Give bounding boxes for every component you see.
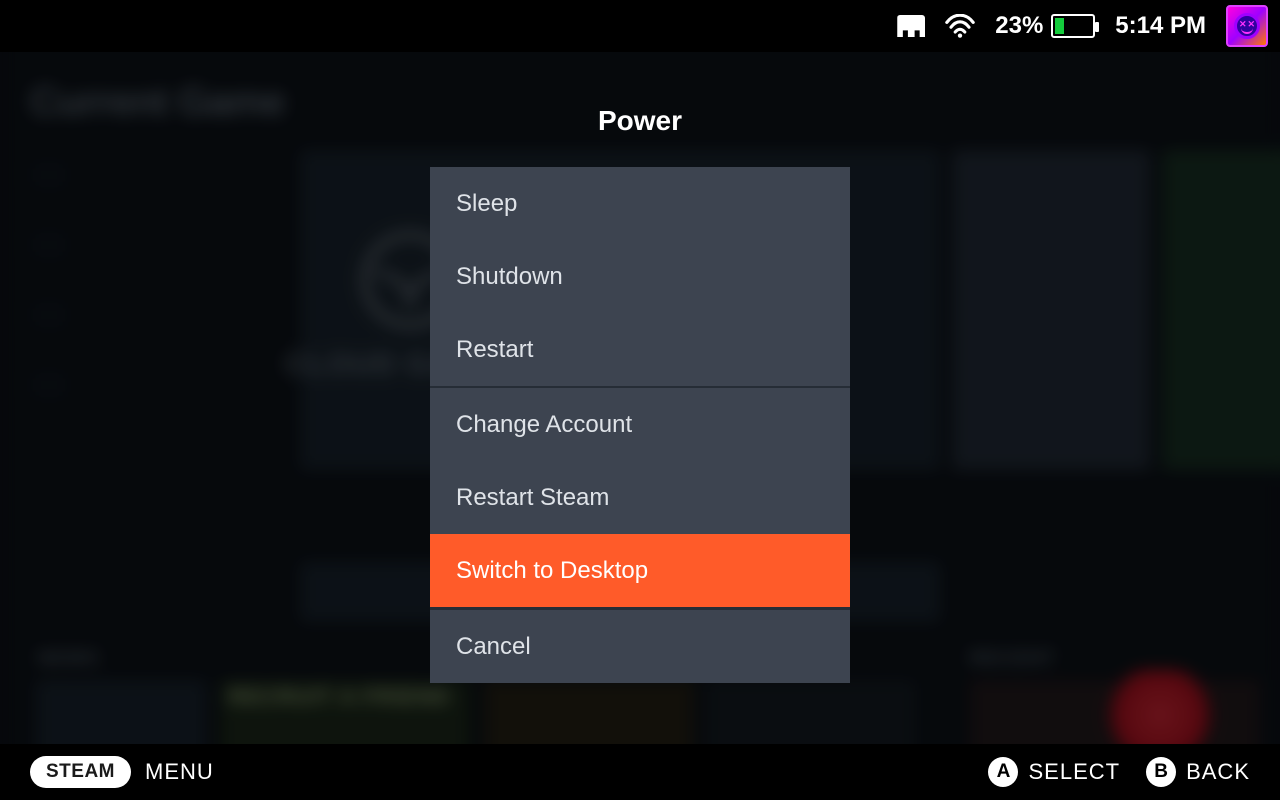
user-avatar[interactable]: [1226, 5, 1268, 47]
battery-indicator: 23%: [995, 12, 1095, 40]
power-menu-item-restart-steam[interactable]: Restart Steam: [430, 461, 850, 534]
status-bar: 23% 5:14 PM: [0, 0, 1280, 52]
menu-label: MENU: [145, 759, 214, 785]
power-menu-item-switch-desktop[interactable]: Switch to Desktop: [430, 534, 850, 607]
power-menu-item-shutdown[interactable]: Shutdown: [430, 240, 850, 313]
power-menu-item-cancel[interactable]: Cancel: [430, 610, 850, 683]
power-menu-title: Power: [430, 105, 850, 137]
footer-bar: STEAM MENU A SELECT B BACK: [0, 744, 1280, 800]
sd-card-icon: [897, 15, 925, 37]
clock: 5:14 PM: [1115, 12, 1206, 40]
steam-button[interactable]: STEAM: [30, 756, 131, 788]
hint-back-label: BACK: [1186, 759, 1250, 785]
power-menu-item-restart[interactable]: Restart: [430, 313, 850, 386]
battery-icon: [1051, 14, 1095, 38]
power-menu: Power SleepShutdownRestartChange Account…: [430, 105, 850, 683]
b-button-icon: B: [1146, 757, 1176, 787]
power-menu-item-change-account[interactable]: Change Account: [430, 388, 850, 461]
power-menu-item-sleep[interactable]: Sleep: [430, 167, 850, 240]
hint-select-label: SELECT: [1028, 759, 1120, 785]
battery-percent: 23%: [995, 12, 1043, 40]
wifi-icon: [945, 14, 975, 38]
a-button-icon: A: [988, 757, 1018, 787]
hint-select: A SELECT: [988, 757, 1120, 787]
hint-back: B BACK: [1146, 757, 1250, 787]
